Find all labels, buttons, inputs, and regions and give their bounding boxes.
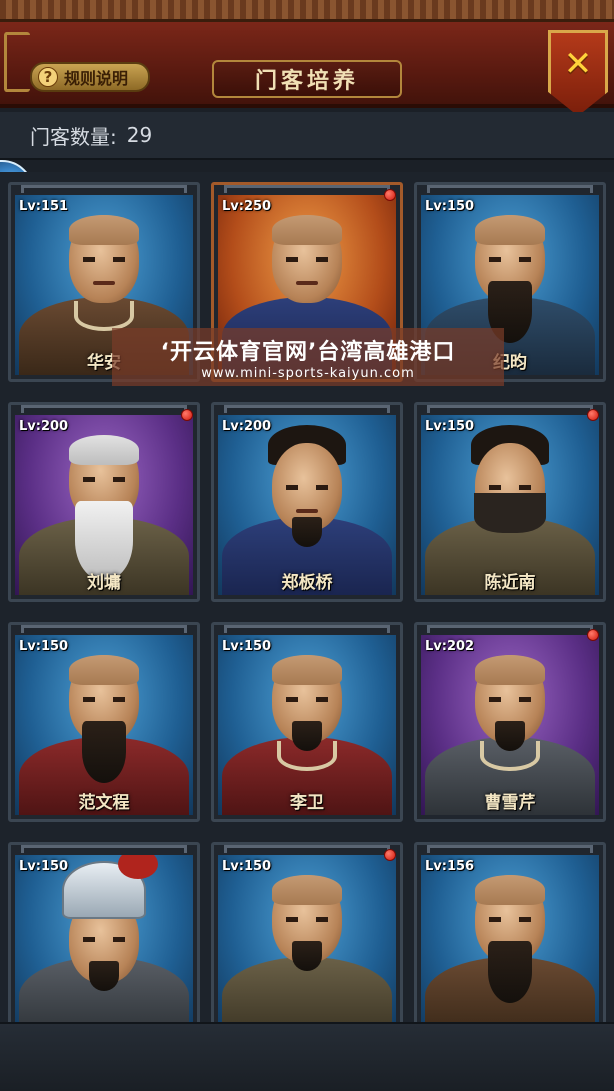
retainer-level: Lv:150 (19, 639, 69, 654)
retainer-level: Lv:200 (19, 419, 69, 434)
retainer-count-label: 门客数量: (30, 124, 117, 149)
retainer-level: Lv:202 (425, 639, 475, 654)
face (69, 215, 139, 303)
beard (292, 517, 322, 547)
retainer-card[interactable]: Lv:202 曹雪芹 (414, 622, 606, 822)
retainer-level: Lv:156 (425, 859, 475, 874)
card-frame-ornament (21, 185, 187, 193)
rules-label: 规则说明 (64, 69, 129, 88)
beard (292, 721, 322, 751)
retainer-card[interactable]: Lv:156 (414, 842, 606, 1042)
retainer-name: 郑板桥 (281, 573, 333, 593)
card-frame-ornament (427, 625, 593, 633)
face-mask (474, 493, 546, 533)
beard (495, 721, 525, 751)
retainer-card[interactable]: Lv:150 范文程 (8, 622, 200, 822)
notification-dot-icon (384, 849, 396, 861)
card-frame-ornament (21, 625, 187, 633)
retainer-portrait (218, 855, 396, 1035)
retainer-level: Lv:151 (19, 199, 69, 214)
close-icon: ✕ (563, 44, 593, 84)
notification-dot-icon (587, 629, 599, 641)
retainer-level: Lv:150 (222, 859, 272, 874)
face (272, 215, 342, 303)
retainer-count-bar: 门客数量: 29 (0, 112, 614, 160)
beard (89, 961, 119, 991)
retainer-level: Lv:150 (425, 419, 475, 434)
retainer-level: Lv:150 (425, 199, 475, 214)
collar (74, 301, 134, 331)
watermark-banner: ‘开云体育官网’台湾高雄港口 www.mini-sports-kaiyun.co… (112, 328, 504, 386)
retainer-card[interactable]: Lv:200 刘墉 (8, 402, 200, 602)
retainer-level: Lv:150 (222, 639, 272, 654)
retainer-portrait (421, 855, 599, 1035)
card-frame-ornament (427, 845, 593, 853)
card-frame-ornament (427, 185, 593, 193)
question-icon: ? (38, 67, 58, 87)
notification-dot-icon (384, 189, 396, 201)
roof-decoration (0, 0, 614, 22)
beard (488, 941, 532, 1003)
helmet (62, 855, 158, 919)
retainer-card[interactable]: Lv:150 陈近南 (414, 402, 606, 602)
beard (82, 721, 126, 783)
retainer-card[interactable]: Lv:150 (211, 842, 403, 1042)
notification-dot-icon (587, 409, 599, 421)
watermark-url: www.mini-sports-kaiyun.com (201, 365, 415, 381)
card-frame-ornament (427, 405, 593, 413)
rules-button[interactable]: ? 规则说明 (30, 62, 150, 92)
card-frame-ornament (224, 625, 390, 633)
retainer-level: Lv:200 (222, 419, 272, 434)
retainer-card[interactable]: Lv:150 李卫 (211, 622, 403, 822)
card-frame-ornament (21, 405, 187, 413)
beard (292, 941, 322, 971)
retainer-grid: Lv:151 华安 Lv:250 Lv:150 纪昀 Lv:200 刘墉 Lv:… (0, 172, 614, 1042)
notification-dot-icon (181, 409, 193, 421)
card-frame-ornament (224, 845, 390, 853)
retainer-card[interactable]: Lv:150 (8, 842, 200, 1042)
card-frame-ornament (21, 845, 187, 853)
retainer-name: 曹雪芹 (484, 793, 536, 813)
retainer-name: 范文程 (78, 793, 130, 813)
header-trim-ornament (4, 32, 30, 92)
page-title: 门客培养 (212, 60, 402, 98)
retainer-name: 陈近南 (484, 573, 536, 593)
retainer-name: 刘墉 (87, 573, 121, 593)
watermark-title: ‘开云体育官网’台湾高雄港口 (160, 339, 456, 365)
retainer-portrait (15, 855, 193, 1035)
retainer-level: Lv:150 (19, 859, 69, 874)
header-bar: ? 规则说明 门客培养 (0, 22, 614, 108)
card-frame-ornament (224, 185, 390, 193)
card-frame-ornament (224, 405, 390, 413)
footer-bar (0, 1022, 614, 1091)
retainer-count-value: 29 (126, 123, 153, 147)
retainer-level: Lv:250 (222, 199, 272, 214)
retainer-name: 李卫 (290, 793, 324, 813)
retainer-card[interactable]: Lv:200 郑板桥 (211, 402, 403, 602)
